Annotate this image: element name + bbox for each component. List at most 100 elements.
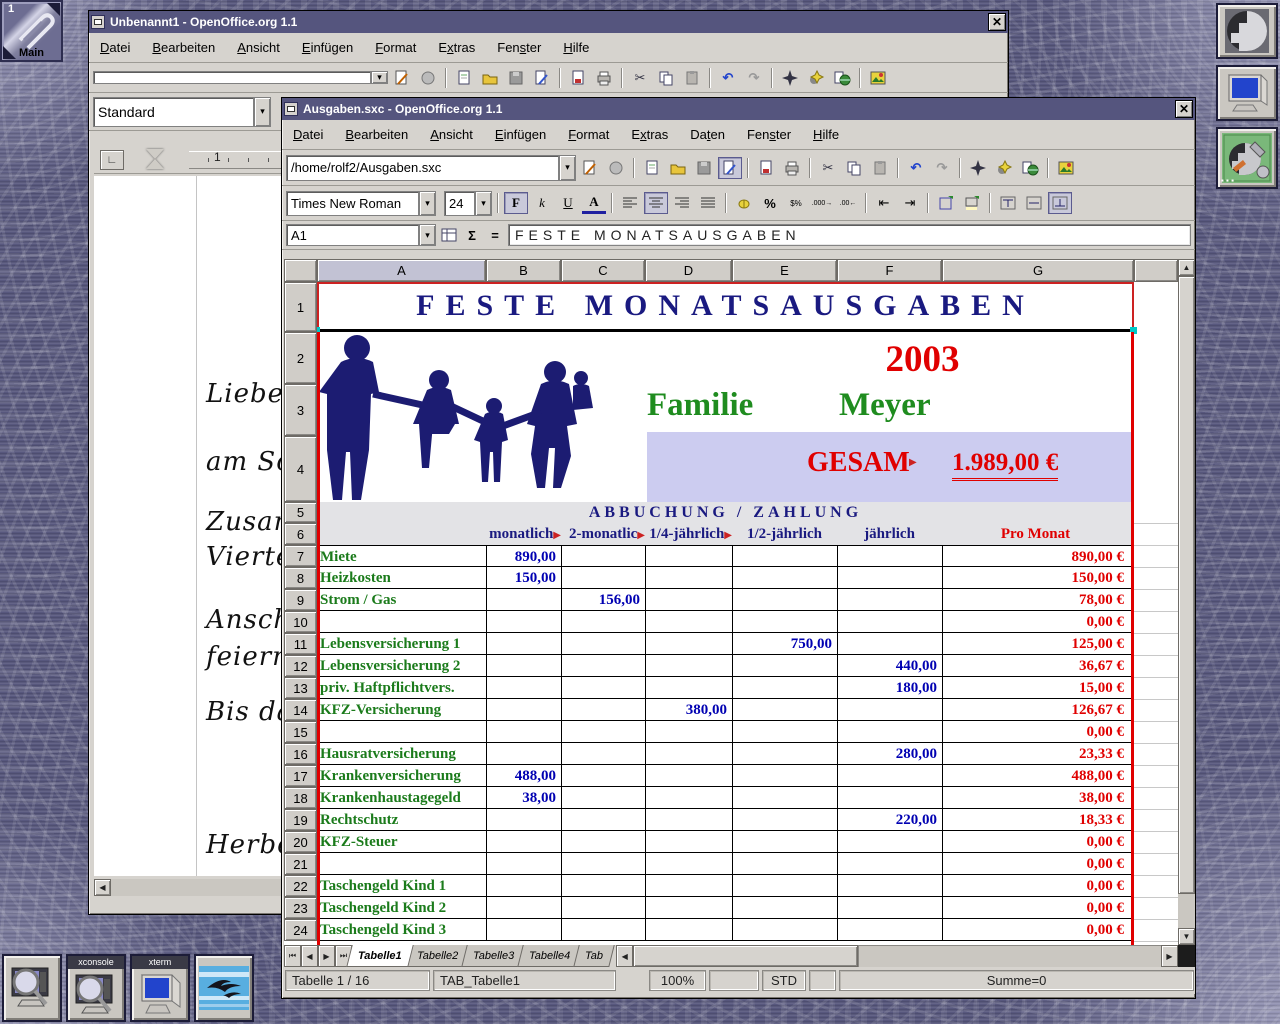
italic-button[interactable]: k xyxy=(530,192,554,214)
table-row[interactable]: Strom / Gas156,0078,00 € xyxy=(317,589,1134,611)
currency-format-icon[interactable] xyxy=(732,192,756,214)
row-label-cell[interactable]: Taschengeld Kind 2 xyxy=(318,898,485,918)
table-row[interactable]: Heizkosten150,00150,00 € xyxy=(317,567,1134,589)
pro-monat-cell[interactable]: 488,00 € xyxy=(942,766,1127,786)
save-icon[interactable] xyxy=(692,157,716,179)
cell-A1-title[interactable]: FESTE MONATSAUSGABEN xyxy=(317,282,1134,332)
writer-style-dropdown-icon[interactable]: ▾ xyxy=(254,97,271,127)
table-row[interactable]: Hausratversicherung280,0023,33 € xyxy=(317,743,1134,765)
desktop-icon-monitor[interactable] xyxy=(1216,65,1278,121)
tab-type-selector[interactable]: ∟ xyxy=(100,150,124,170)
save-icon[interactable] xyxy=(504,67,528,89)
paste-icon[interactable] xyxy=(680,67,704,89)
menu-extras[interactable]: Extras xyxy=(620,124,679,145)
align-middle-icon[interactable] xyxy=(1022,192,1046,214)
print-file-direct-icon[interactable] xyxy=(566,67,590,89)
row-label-cell[interactable]: Lebensversicherung 2 xyxy=(318,656,485,676)
align-bottom-icon[interactable] xyxy=(1048,192,1072,214)
pro-monat-cell[interactable]: 0,00 € xyxy=(942,854,1127,874)
sheet-tab-Tabelle3[interactable]: Tabelle3 xyxy=(461,945,526,967)
justify-icon[interactable] xyxy=(696,192,720,214)
sum-icon[interactable]: Σ xyxy=(462,224,482,246)
row-label-cell[interactable]: priv. Haftpflichtvers. xyxy=(318,678,485,698)
sheet-banner-region[interactable]: 2003 Familie Meyer GESAM ▶ 1.989,00 € xyxy=(317,332,1134,502)
row-header-7[interactable]: 7 xyxy=(284,545,317,567)
menu-ansicht[interactable]: Ansicht xyxy=(226,37,291,58)
prev-sheet-icon[interactable]: ◀ xyxy=(301,945,318,967)
borders-icon[interactable] xyxy=(934,192,958,214)
select-all-corner[interactable] xyxy=(284,259,317,282)
menu-einfügen[interactable]: Einfügen xyxy=(484,124,557,145)
column-header-G[interactable]: G xyxy=(942,259,1134,282)
vertical-scrollbar[interactable]: ▲ ▼ xyxy=(1178,259,1195,945)
row-label-cell[interactable]: Rechtschutz xyxy=(318,810,485,830)
menu-extras[interactable]: Extras xyxy=(427,37,486,58)
pro-monat-cell[interactable]: 15,00 € xyxy=(942,678,1127,698)
taskbar-button-xconsole[interactable]: xconsole xyxy=(66,954,126,1022)
desktop-icon-tools[interactable]: ▪ ▪ ▪ xyxy=(1216,127,1278,189)
table-row[interactable]: Taschengeld Kind 30,00 € xyxy=(317,919,1134,941)
calc-hscroll-thumb[interactable] xyxy=(633,945,858,967)
calc-url-dropdown-icon[interactable]: ▾ xyxy=(559,155,576,181)
navigator-icon[interactable] xyxy=(966,157,990,179)
row-header-8[interactable]: 8 xyxy=(284,567,317,589)
desktop-icon-moon-steps[interactable] xyxy=(1216,3,1278,59)
stop-icon[interactable] xyxy=(416,67,440,89)
menu-fenster[interactable]: Fenster xyxy=(736,124,802,145)
font-color-button[interactable]: A xyxy=(582,192,606,214)
pro-monat-cell[interactable]: 18,33 € xyxy=(942,810,1127,830)
new-document-icon[interactable] xyxy=(452,67,476,89)
function-wizard-icon[interactable] xyxy=(439,224,459,246)
pro-monat-cell[interactable]: 0,00 € xyxy=(942,832,1127,852)
menu-format[interactable]: Format xyxy=(557,124,620,145)
edit-file-icon[interactable] xyxy=(718,157,742,179)
percent-format-icon[interactable]: % xyxy=(758,192,782,214)
sheet-tab-Tab[interactable]: Tab xyxy=(573,945,614,967)
column-header-E[interactable]: E xyxy=(732,259,837,282)
scroll-left-icon[interactable]: ◀ xyxy=(94,879,111,896)
pro-monat-cell[interactable]: 0,00 € xyxy=(942,898,1127,918)
row-header-16[interactable]: 16 xyxy=(284,743,317,765)
gallery-icon[interactable] xyxy=(866,67,890,89)
underline-button[interactable]: U xyxy=(556,192,580,214)
pro-monat-cell[interactable]: 890,00 € xyxy=(942,547,1127,567)
edit-file-icon[interactable] xyxy=(530,67,554,89)
align-top-icon[interactable] xyxy=(996,192,1020,214)
section-header-band[interactable]: ABBUCHUNG / ZAHLUNG xyxy=(317,502,1134,523)
pro-monat-cell[interactable]: 0,00 € xyxy=(942,876,1127,896)
add-decimal-icon[interactable]: .000→ xyxy=(810,192,834,214)
cell-reference-box[interactable]: A1 xyxy=(286,224,419,246)
row-label-cell[interactable]: Strom / Gas xyxy=(318,590,485,610)
name-box-dropdown-icon[interactable]: ▾ xyxy=(419,224,436,246)
column-header-A[interactable]: A xyxy=(317,259,486,282)
row-label-cell[interactable]: Krankenhaustagegeld xyxy=(318,788,485,808)
pro-monat-cell[interactable]: 126,67 € xyxy=(942,700,1127,720)
pro-monat-cell[interactable]: 38,00 € xyxy=(942,788,1127,808)
row-label-cell[interactable]: KFZ-Steuer xyxy=(318,832,485,852)
pro-monat-cell[interactable]: 36,67 € xyxy=(942,656,1127,676)
column-header-C[interactable]: C xyxy=(561,259,645,282)
menu-daten[interactable]: Daten xyxy=(679,124,736,145)
pro-monat-cell[interactable]: 125,00 € xyxy=(942,634,1127,654)
window-resize-corner[interactable] xyxy=(1178,945,1195,967)
bold-button[interactable]: F xyxy=(504,192,528,214)
delete-decimal-icon[interactable]: .00← xyxy=(836,192,860,214)
pro-monat-cell[interactable]: 0,00 € xyxy=(942,612,1127,632)
value-cell-F[interactable]: 280,00 xyxy=(837,744,941,764)
table-row[interactable]: 0,00 € xyxy=(317,721,1134,743)
menu-bearbeiten[interactable]: Bearbeiten xyxy=(334,124,419,145)
sheet-tab-Tabelle4[interactable]: Tabelle4 xyxy=(517,945,582,967)
taskbar-button[interactable] xyxy=(194,954,254,1022)
calc-close-icon[interactable]: ✕ xyxy=(1175,100,1193,118)
paste-icon[interactable] xyxy=(868,157,892,179)
value-cell-E[interactable]: 750,00 xyxy=(732,634,836,654)
print-file-direct-icon[interactable] xyxy=(754,157,778,179)
font-size-combo[interactable]: 24 xyxy=(444,191,475,216)
hyperlink-icon[interactable] xyxy=(830,67,854,89)
table-row[interactable]: 0,00 € xyxy=(317,853,1134,875)
row-label-cell[interactable] xyxy=(318,722,485,742)
edit-letter-icon[interactable] xyxy=(390,67,414,89)
writer-close-icon[interactable]: ✕ xyxy=(988,13,1006,31)
row-header-23[interactable]: 23 xyxy=(284,897,317,919)
sheet-tab-Tabelle2[interactable]: Tabelle2 xyxy=(405,945,470,967)
